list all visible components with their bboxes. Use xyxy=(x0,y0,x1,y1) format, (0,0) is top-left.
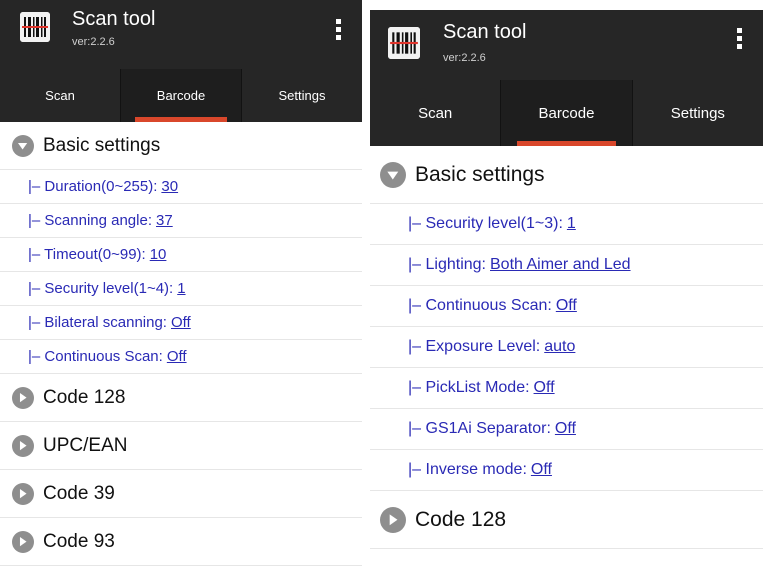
group-code-93[interactable]: Code 93 xyxy=(0,518,362,566)
setting-label: |– Security level(1~3): xyxy=(408,215,563,232)
setting-timeout[interactable]: |– Timeout(0~99): 10 xyxy=(0,238,362,272)
setting-exposure-level[interactable]: |– Exposure Level: auto xyxy=(370,327,763,368)
scan-tool-screen-left: Scan tool ver:2.2.6 Scan Barcode Setting… xyxy=(0,0,362,566)
app-version: ver:2.2.6 xyxy=(443,52,486,64)
tab-barcode[interactable]: Barcode xyxy=(120,69,242,122)
chevron-right-circle-icon xyxy=(12,530,34,553)
setting-picklist-mode[interactable]: |– PickList Mode: Off xyxy=(370,368,763,409)
setting-value[interactable]: Off xyxy=(531,461,552,479)
tab-bar: Scan Barcode Settings xyxy=(370,80,763,146)
setting-value[interactable]: 37 xyxy=(156,212,173,229)
chevron-right-circle-icon xyxy=(380,506,406,533)
setting-label: |– Lighting: xyxy=(408,256,486,273)
tab-scan[interactable]: Scan xyxy=(0,69,120,122)
group-label: Code 39 xyxy=(43,482,115,504)
setting-continuous-scan[interactable]: |– Continuous Scan: Off xyxy=(0,340,362,374)
setting-security-level[interactable]: |– Security level(1~3): 1 xyxy=(370,204,763,245)
app-bar: Scan tool ver:2.2.6 xyxy=(0,0,362,69)
setting-value[interactable]: Off xyxy=(555,420,576,438)
setting-inverse-mode[interactable]: |– Inverse mode: Off xyxy=(370,450,763,491)
group-upc-ean[interactable]: UPC/EAN xyxy=(0,422,362,470)
scan-tool-screen-right: Scan tool ver:2.2.6 Scan Barcode Setting… xyxy=(370,10,763,566)
tab-bar: Scan Barcode Settings xyxy=(0,69,362,122)
chevron-right-circle-icon xyxy=(12,386,34,409)
setting-label: |– Security level(1~4): xyxy=(28,280,174,297)
setting-value[interactable]: 10 xyxy=(150,246,167,263)
group-code-128[interactable]: Code 128 xyxy=(370,491,763,549)
setting-lighting[interactable]: |– Lighting: Both Aimer and Led xyxy=(370,245,763,286)
barcode-scanner-icon xyxy=(388,27,420,59)
setting-label: |– Scanning angle: xyxy=(28,212,152,229)
group-label: Code 128 xyxy=(415,507,507,531)
setting-value[interactable]: Off xyxy=(171,314,191,331)
tab-barcode[interactable]: Barcode xyxy=(500,80,633,146)
group-basic-settings[interactable]: Basic settings xyxy=(0,122,362,170)
app-title: Scan tool xyxy=(443,21,527,43)
setting-bilateral-scanning[interactable]: |– Bilateral scanning: Off xyxy=(0,306,362,340)
tab-settings[interactable]: Settings xyxy=(633,80,763,146)
group-basic-settings[interactable]: Basic settings xyxy=(370,146,763,204)
setting-label: |– Timeout(0~99): xyxy=(28,246,146,263)
overflow-menu-icon[interactable] xyxy=(328,16,348,46)
group-label: Code 128 xyxy=(43,386,126,408)
tab-scan[interactable]: Scan xyxy=(370,80,500,146)
panel-divider xyxy=(362,0,370,566)
setting-label: |– Bilateral scanning: xyxy=(28,314,167,331)
setting-duration[interactable]: |– Duration(0~255): 30 xyxy=(0,170,362,204)
setting-value[interactable]: 1 xyxy=(177,280,185,297)
setting-label: |– PickList Mode: xyxy=(408,379,530,396)
setting-value[interactable]: 1 xyxy=(567,215,576,233)
setting-label: |– Inverse mode: xyxy=(408,461,527,478)
setting-label: |– Exposure Level: xyxy=(408,338,541,355)
group-label: Basic settings xyxy=(43,134,161,156)
chevron-right-circle-icon xyxy=(12,482,34,505)
setting-value[interactable]: Both Aimer and Led xyxy=(490,256,631,274)
group-label: UPC/EAN xyxy=(43,434,128,456)
setting-continuous-scan[interactable]: |– Continuous Scan: Off xyxy=(370,286,763,327)
group-code-39[interactable]: Code 39 xyxy=(0,470,362,518)
setting-value[interactable]: Off xyxy=(167,348,187,365)
setting-value[interactable]: 30 xyxy=(161,178,178,195)
group-label: Code 93 xyxy=(43,530,115,552)
app-title: Scan tool xyxy=(72,8,156,30)
setting-label: |– Duration(0~255): xyxy=(28,178,158,195)
tab-settings[interactable]: Settings xyxy=(242,69,362,122)
app-bar: Scan tool ver:2.2.6 xyxy=(370,10,763,80)
app-version: ver:2.2.6 xyxy=(72,36,115,48)
chevron-down-circle-icon xyxy=(12,134,34,157)
setting-gs1ai-separator[interactable]: |– GS1Ai Separator: Off xyxy=(370,409,763,450)
setting-label: |– Continuous Scan: xyxy=(28,348,163,365)
chevron-down-circle-icon xyxy=(380,161,406,188)
overflow-menu-icon[interactable] xyxy=(729,25,749,55)
setting-label: |– GS1Ai Separator: xyxy=(408,420,551,437)
setting-value[interactable]: Off xyxy=(534,379,555,397)
setting-scanning-angle[interactable]: |– Scanning angle: 37 xyxy=(0,204,362,238)
setting-label: |– Continuous Scan: xyxy=(408,297,552,314)
chevron-right-circle-icon xyxy=(12,434,34,457)
group-code-128[interactable]: Code 128 xyxy=(0,374,362,422)
setting-security-level[interactable]: |– Security level(1~4): 1 xyxy=(0,272,362,306)
setting-value[interactable]: auto xyxy=(544,338,575,356)
barcode-scanner-icon xyxy=(20,12,50,42)
setting-value[interactable]: Off xyxy=(556,297,577,315)
group-label: Basic settings xyxy=(415,162,545,186)
